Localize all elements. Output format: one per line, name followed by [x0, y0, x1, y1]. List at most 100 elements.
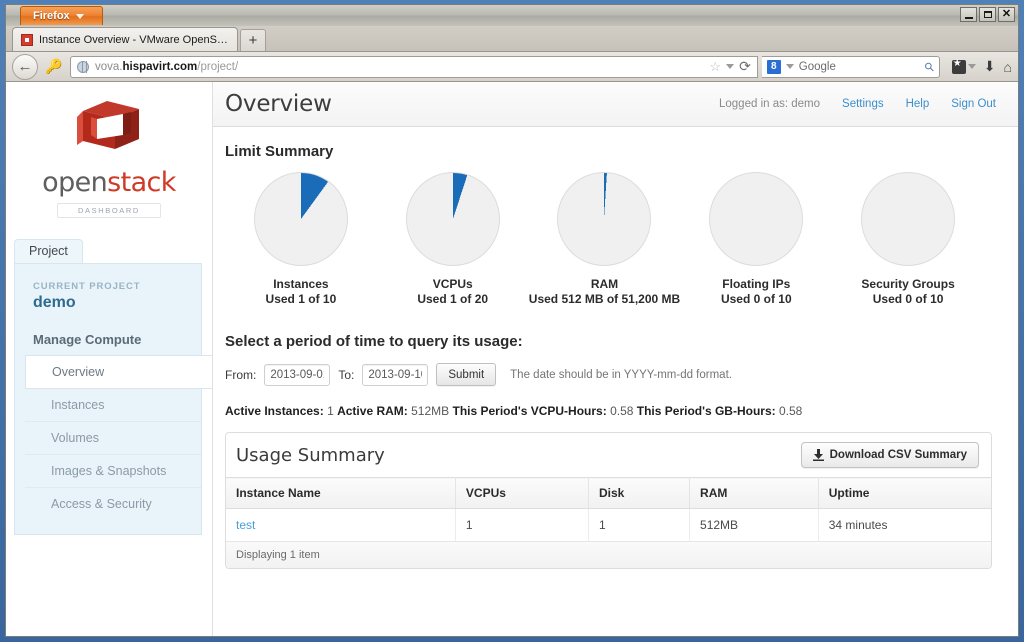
navigation-toolbar: ← 🔑 vova.hispavirt.com/project/ ☆ ⟳ 8 Go… — [6, 52, 1018, 82]
current-project-label: CURRENT PROJECT — [33, 281, 141, 292]
settings-link[interactable]: Settings — [842, 98, 884, 110]
pie-chart-title: Floating IPs — [722, 277, 791, 291]
minimize-button[interactable] — [960, 7, 977, 22]
from-date-input[interactable] — [264, 363, 331, 386]
gb-hours-value: 0.58 — [778, 404, 803, 418]
pie-chart-title: Security Groups — [861, 277, 955, 291]
pie-chart — [557, 172, 652, 266]
gb-hours-label: This Period's GB-Hours: — [636, 404, 776, 418]
back-button[interactable]: ← — [12, 53, 38, 80]
maximize-button[interactable] — [979, 7, 996, 22]
table-header-row: Instance Name VCPUs Disk RAM Uptime — [226, 477, 991, 509]
download-csv-button[interactable]: Download CSV Summary — [800, 442, 979, 468]
main-content: Overview Logged in as: demo Settings Hel… — [213, 82, 1018, 636]
new-tab-button[interactable]: + — [240, 29, 266, 51]
pie-chart-usage: Used 0 of 10 — [872, 292, 944, 306]
tab-project[interactable]: Project — [14, 239, 83, 263]
key-icon: 🔑 — [45, 58, 63, 74]
content-area: Limit Summary Instances Used 1 of 10 VCPUs… — [213, 127, 1018, 636]
limit-summary-heading: Limit Summary — [225, 143, 334, 160]
sidebar-item-images-snapshots[interactable]: Images & Snapshots — [25, 455, 201, 488]
limit-chart-vcpus: VCPUs Used 1 of 20 — [377, 172, 529, 307]
pie-chart — [405, 172, 500, 266]
header-actions: Logged in as: demo Settings Help Sign Ou… — [719, 98, 996, 110]
openstack-wordmark: openstack — [42, 167, 176, 198]
sidebar-item-label: Volumes — [51, 431, 99, 445]
active-ram-label: Active RAM: — [337, 404, 408, 418]
from-label: From: — [225, 367, 257, 382]
page-title: Overview — [225, 91, 332, 117]
pie-chart-title: Instances — [273, 277, 329, 291]
address-bar-actions: ☆ ⟳ — [703, 58, 750, 75]
sidebar-item-label: Overview — [52, 365, 105, 379]
pie-chart-title: VCPUs — [432, 277, 473, 291]
toolbar-icons: ⬇ ⌂ — [944, 58, 1012, 75]
firefox-app-menu-button[interactable]: Firefox — [20, 6, 103, 25]
pie-chart-label: Instances Used 1 of 10 — [266, 277, 337, 307]
sidebar-item-label: Images & Snapshots — [51, 464, 167, 478]
browser-window: Instance Overview - VMware OpenStack Vir… — [5, 26, 1019, 637]
usage-table: Instance Name VCPUs Disk RAM Uptime test 1 1 51… — [226, 477, 991, 542]
chevron-down-icon[interactable] — [785, 64, 794, 69]
vcpu-hours-label: This Period's VCPU-Hours: — [452, 404, 607, 418]
firefox-app-menu-label: Firefox — [33, 10, 70, 22]
usage-summary-panel: Usage Summary Download CSV Summary Insta… — [225, 432, 992, 569]
usage-summary-title: Usage Summary — [236, 444, 385, 466]
search-box[interactable]: 8 Google ⚲ — [761, 55, 940, 78]
limit-chart-instances: Instances Used 1 of 10 — [225, 172, 377, 307]
browser-tab[interactable]: Instance Overview - VMware OpenStack Vir… — [12, 27, 238, 51]
sign-out-link[interactable]: Sign Out — [951, 98, 996, 110]
instance-name-cell[interactable]: test — [226, 508, 456, 542]
address-bar[interactable]: vova.hispavirt.com/project/ ☆ ⟳ — [70, 55, 758, 78]
sidebar-item-overview[interactable]: Overview — [25, 355, 212, 389]
pie-chart-label: Security Groups Used 0 of 10 — [861, 277, 954, 307]
tab-title: Instance Overview - VMware OpenStack Vir… — [39, 33, 229, 46]
search-icon[interactable]: ⚲ — [921, 58, 937, 74]
favicon-icon — [21, 33, 33, 46]
sidebar-item-label: Access & Security — [51, 497, 152, 511]
instance-link[interactable]: test — [236, 518, 255, 532]
openstack-cube-icon — [77, 101, 139, 149]
query-form-heading: Select a period of time to query its usa… — [225, 333, 523, 350]
sidebar-item-instances[interactable]: Instances — [25, 389, 201, 422]
close-icon: ✕ — [1001, 8, 1012, 20]
limit-chart-ram: RAM Used 512 MB of 51,200 MB — [529, 172, 681, 307]
sidebar-tabs: Project — [6, 237, 212, 263]
bookmark-star-icon[interactable]: ☆ — [709, 59, 721, 75]
reload-icon[interactable]: ⟳ — [739, 58, 751, 75]
table-body: test 1 1 512MB 34 minutes — [226, 508, 991, 542]
sidebar-item-access-security[interactable]: Access & Security — [25, 488, 201, 520]
close-button[interactable]: ✕ — [998, 7, 1015, 22]
pie-chart-label: VCPUs Used 1 of 20 — [417, 277, 488, 307]
tab-strip: Instance Overview - VMware OpenStack Vir… — [6, 26, 1018, 52]
logged-in-label: Logged in as: demo — [719, 98, 821, 110]
openstack-logo: openstack DASHBOARD — [6, 82, 212, 227]
pie-chart-label: RAM Used 512 MB of 51,200 MB — [529, 277, 680, 307]
downloads-icon[interactable]: ⬇ — [984, 58, 996, 75]
current-project-name: demo — [33, 294, 76, 311]
column-header: Uptime — [818, 477, 991, 509]
pie-chart — [253, 172, 348, 266]
table-cell: 512MB — [689, 508, 819, 542]
sidebar-item-volumes[interactable]: Volumes — [25, 422, 201, 455]
chevron-down-icon[interactable] — [726, 64, 735, 69]
to-date-input[interactable] — [362, 363, 429, 386]
page-header: Overview Logged in as: demo Settings Hel… — [213, 82, 1018, 127]
pie-chart-usage: Used 0 of 10 — [720, 292, 792, 306]
date-query-form: From: To: Submit The date should be in Y… — [225, 363, 992, 386]
help-link[interactable]: Help — [906, 98, 930, 110]
limit-chart-floating-ips: Floating IPs Used 0 of 10 — [680, 172, 832, 307]
column-header: Disk — [588, 477, 691, 509]
minimize-icon — [964, 16, 973, 19]
home-icon[interactable]: ⌂ — [1004, 59, 1012, 75]
table-footer: Displaying 1 item — [226, 542, 991, 568]
table-row: test 1 1 512MB 34 minutes — [226, 508, 991, 542]
bookmarks-button[interactable] — [951, 58, 976, 74]
pie-chart-label: Floating IPs Used 0 of 10 — [721, 277, 792, 307]
sidebar-nav-list: Overview Instances Volumes Images & Snapsho… — [15, 355, 212, 520]
download-csv-label: Download CSV Summary — [829, 449, 967, 461]
window-title-bar: Firefox ✕ — [5, 4, 1019, 26]
manage-compute-heading: Manage Compute — [33, 332, 142, 347]
submit-button[interactable]: Submit — [436, 363, 497, 386]
table-cell: 1 — [455, 508, 589, 542]
